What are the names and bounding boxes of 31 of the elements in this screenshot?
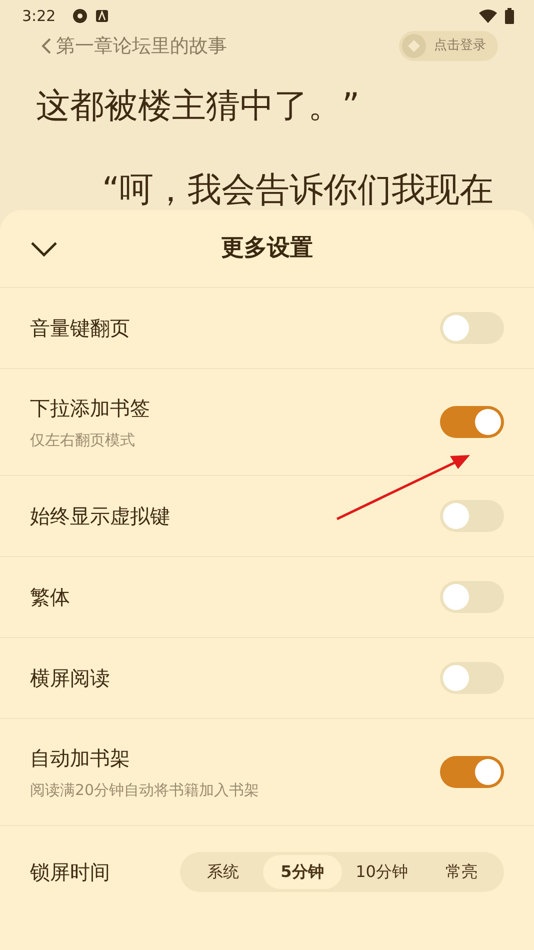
segment-option[interactable]: 系统 [183, 855, 262, 889]
segment-option[interactable]: 常亮 [422, 855, 501, 889]
segment-option[interactable]: 5分钟 [262, 855, 342, 889]
setting-label: 下拉添加书签 [30, 394, 151, 422]
app-icon [96, 10, 108, 22]
clock: 3:22 [22, 6, 56, 27]
toggle-switch[interactable] [440, 406, 504, 438]
setting-label: 锁屏时间 [30, 859, 111, 886]
setting-label: 音量键翻页 [30, 315, 131, 342]
setting-label: 横屏阅读 [30, 665, 111, 692]
battery-icon [505, 8, 514, 24]
toggle-switch[interactable] [440, 312, 504, 344]
diamond-icon [408, 40, 420, 52]
setting-description: 阅读满20分钟自动将书籍加入书架 [30, 780, 260, 801]
setting-label: 始终显示虚拟键 [30, 503, 171, 530]
setting-label: 繁体 [30, 584, 71, 611]
back-icon[interactable] [40, 37, 52, 55]
sheet-title: 更多设置 [220, 234, 314, 264]
reading-text: 这都被楼主猜中了。” [35, 85, 361, 126]
reading-text: “呵，我会告诉你们我现在 [101, 169, 495, 210]
toggle-switch[interactable] [440, 581, 504, 613]
segment-option[interactable]: 10分钟 [342, 855, 422, 889]
collapse-icon[interactable] [30, 240, 58, 256]
chapter-title: 第一章论坛里的故事 [56, 34, 227, 59]
toggle-switch[interactable] [440, 662, 504, 694]
setting-description: 仅左右翻页模式 [30, 430, 136, 451]
app-icon [72, 8, 88, 24]
wifi-icon [479, 9, 497, 23]
toggle-switch[interactable] [440, 756, 504, 788]
toggle-switch[interactable] [440, 500, 504, 532]
setting-label: 自动加书架 [30, 744, 131, 772]
